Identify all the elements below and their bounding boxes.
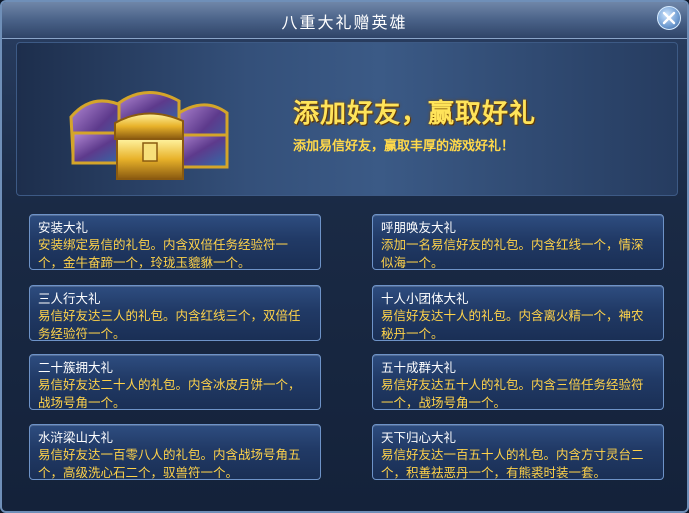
gift-card-fifty-friends: 五十成群大礼 易信好友达五十人的礼包。内含三倍任务经验符一个，战场号角一个。 bbox=[372, 354, 664, 410]
gift-description: 易信好友达三人的礼包。内含红线三个，双倍任务经验符一个。 bbox=[38, 308, 301, 341]
gift-title: 呼朋唤友大礼 bbox=[381, 220, 457, 235]
gift-dialog: 八重大礼赠英雄 添加好友，赢取好礼 添加易信好友，赢取丰厚的游戏好礼！ 安装大礼… bbox=[0, 0, 689, 513]
gift-description: 添加一名易信好友的礼包。内含红线一个，情深似海一个。 bbox=[381, 237, 644, 270]
promo-banner: 添加好友，赢取好礼 添加易信好友，赢取丰厚的游戏好礼！ bbox=[16, 42, 678, 196]
gift-description: 易信好友达一百五十人的礼包。内含方寸灵台二个，积善祛恶丹一个，有熊裘时装一套。 bbox=[381, 447, 644, 480]
gift-title: 二十簇拥大礼 bbox=[38, 360, 114, 375]
gift-description: 易信好友达二十人的礼包。内含冰皮月饼一个，战场号角一个。 bbox=[38, 377, 301, 410]
gift-title: 五十成群大礼 bbox=[381, 360, 457, 375]
gift-title: 安装大礼 bbox=[38, 220, 89, 235]
close-icon bbox=[662, 11, 676, 25]
gift-description: 易信好友达五十人的礼包。内含三倍任务经验符一个，战场号角一个。 bbox=[381, 377, 644, 410]
gift-card-108-friends: 水浒梁山大礼 易信好友达一百零八人的礼包。内含战场号角五个，高级洗心石二个，驭兽… bbox=[29, 424, 321, 480]
dialog-title: 八重大礼赠英雄 bbox=[281, 13, 408, 32]
gift-title: 三人行大礼 bbox=[38, 291, 101, 306]
gift-card-twenty-friends: 二十簇拥大礼 易信好友达二十人的礼包。内含冰皮月饼一个，战场号角一个。 bbox=[29, 354, 321, 410]
gift-description: 易信好友达一百零八人的礼包。内含战场号角五个，高级洗心石二个，驭兽符一个。 bbox=[38, 447, 301, 480]
gift-title: 天下归心大礼 bbox=[381, 430, 457, 445]
gift-card-three-friends: 三人行大礼 易信好友达三人的礼包。内含红线三个，双倍任务经验符一个。 bbox=[29, 285, 321, 341]
title-bar: 八重大礼赠英雄 bbox=[2, 2, 687, 39]
treasure-chests-icon bbox=[69, 91, 229, 180]
banner-subline: 添加易信好友，赢取丰厚的游戏好礼！ bbox=[293, 139, 515, 154]
gift-card-call-friends: 呼朋唤友大礼 添加一名易信好友的礼包。内含红线一个，情深似海一个。 bbox=[372, 214, 664, 270]
close-button[interactable] bbox=[657, 6, 681, 30]
gift-description: 安装绑定易信的礼包。内含双倍任务经验符一个，金牛奋蹄一个，玲珑玉貔貅一个。 bbox=[38, 237, 289, 270]
gift-card-install: 安装大礼 安装绑定易信的礼包。内含双倍任务经验符一个，金牛奋蹄一个，玲珑玉貔貅一… bbox=[29, 214, 321, 270]
gift-description: 易信好友达十人的礼包。内含离火精一个，神农秘丹一个。 bbox=[381, 308, 644, 341]
gift-card-ten-friends: 十人小团体大礼 易信好友达十人的礼包。内含离火精一个，神农秘丹一个。 bbox=[372, 285, 664, 341]
gift-title: 十人小团体大礼 bbox=[381, 291, 469, 306]
banner-headline: 添加好友，赢取好礼 bbox=[293, 99, 537, 129]
gift-card-150-friends: 天下归心大礼 易信好友达一百五十人的礼包。内含方寸灵台二个，积善祛恶丹一个，有熊… bbox=[372, 424, 664, 480]
gift-title: 水浒梁山大礼 bbox=[38, 430, 114, 445]
